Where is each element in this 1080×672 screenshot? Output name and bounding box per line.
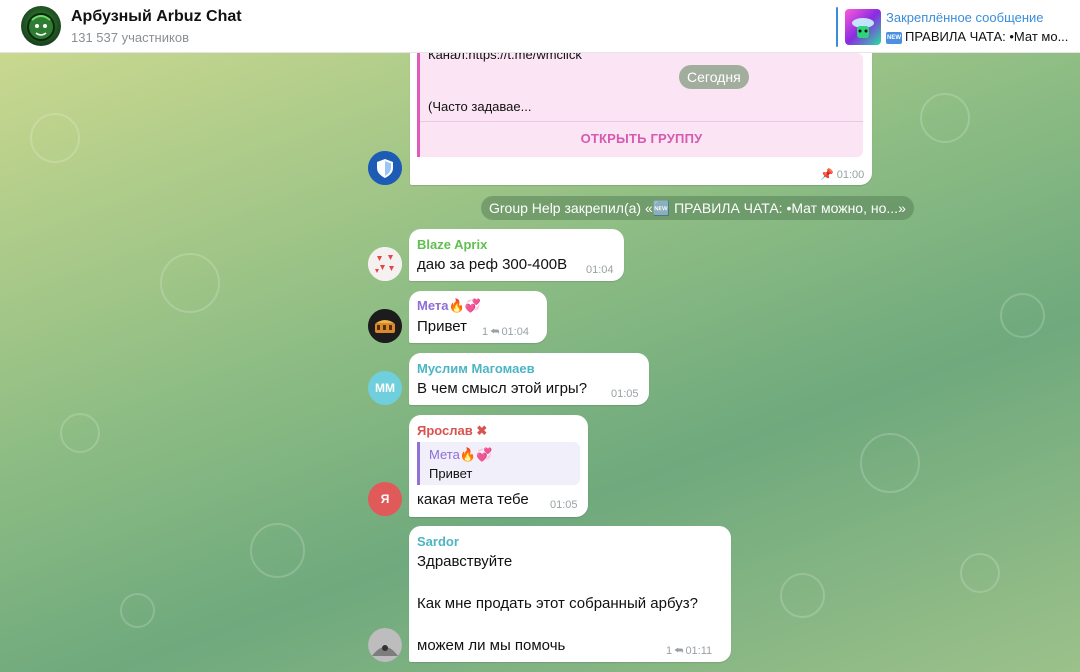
avatar[interactable] xyxy=(368,309,402,343)
member-count: 131 537 участников xyxy=(71,30,189,45)
shield-icon xyxy=(368,151,402,185)
pinned-indicator xyxy=(836,7,838,47)
card-meta: 📌 01:00 xyxy=(820,168,864,181)
message-text-line: Как мне продать этот собранный арбуз? xyxy=(417,595,698,612)
avatar-initials: ММ xyxy=(375,381,395,395)
message-text: даю за реф 300-400В xyxy=(417,256,568,273)
message-list[interactable]: Канал:https://t.me/wmclick (Часто задава… xyxy=(0,0,1080,672)
pin-icon: 📌 xyxy=(820,169,834,181)
date-badge: Сегодня xyxy=(679,65,749,89)
sender-name[interactable]: Sardor xyxy=(417,534,459,549)
open-group-button[interactable]: ОТКРЫТЬ ГРУППУ xyxy=(420,131,863,146)
new-badge-icon: NEW xyxy=(886,31,902,44)
reply-text: Привет xyxy=(429,466,473,481)
message-text: В чем смысл этой игры? xyxy=(417,380,588,397)
card-line-faq: (Часто задавае... xyxy=(428,99,532,114)
message-text: Привет xyxy=(417,318,468,335)
avatar[interactable] xyxy=(368,247,402,281)
reply-count: 1 xyxy=(482,326,489,338)
pin-service-message[interactable]: Group Help закрепил(а) «🆕 ПРАВИЛА ЧАТА: … xyxy=(481,196,914,220)
sender-label[interactable]: Мета🔥💞 xyxy=(417,298,481,313)
sender-label[interactable]: Sardor xyxy=(417,534,459,549)
reply-arrow-icon: ⮪ xyxy=(490,327,500,338)
avatar[interactable] xyxy=(368,151,402,185)
sender-label[interactable]: Муслим Магомаев xyxy=(417,361,535,376)
message-time: 01:00 xyxy=(836,169,865,181)
pinned-preview-text: ПРАВИЛА ЧАТА: •Мат мо... xyxy=(905,29,1069,44)
colosseum-icon xyxy=(368,309,402,343)
avatar-photo-icon xyxy=(368,628,402,662)
reply-quote[interactable]: Мета🔥💞 Привет xyxy=(417,442,580,485)
message-time: 01:04 xyxy=(586,264,614,276)
message-time: 01:05 xyxy=(550,499,578,511)
sender-name[interactable]: Мета🔥💞 xyxy=(417,298,481,314)
pinned-thumbnail xyxy=(845,9,881,45)
message-meta[interactable]: 1 ⮪ 01:04 xyxy=(482,326,529,338)
chat-header: Арбузный Arbuz Chat 131 537 участников З… xyxy=(0,0,1080,53)
message-time: 01:04 xyxy=(501,326,529,338)
chat-avatar[interactable] xyxy=(21,6,61,46)
sender-name[interactable]: Муслим Магомаев xyxy=(417,361,535,376)
sender-label[interactable]: Blaze Aprix xyxy=(417,237,487,252)
avatar-pattern-icon xyxy=(368,247,402,281)
card-divider xyxy=(420,121,863,122)
sender-label[interactable]: Ярослав ✖ xyxy=(417,423,487,438)
avatar[interactable] xyxy=(368,628,402,662)
message-text: какая мета тебе xyxy=(417,491,529,508)
channel-card-quote[interactable]: Канал:https://t.me/wmclick (Часто задава… xyxy=(417,47,863,157)
pinned-title: Закреплённое сообщение xyxy=(886,10,1044,25)
reply-sender: Мета🔥💞 xyxy=(429,447,493,462)
message-text-line: можем ли мы помочь xyxy=(417,637,566,654)
message-text-line: Здравствуйте xyxy=(417,553,513,570)
sender-name[interactable]: Blaze Aprix xyxy=(417,237,487,252)
avatar[interactable]: ММ xyxy=(368,371,402,405)
sender-name[interactable]: Ярослав ✖ xyxy=(417,423,487,439)
avatar[interactable]: Я xyxy=(368,482,402,516)
avatar-initials: Я xyxy=(380,492,390,506)
pinned-message-bar[interactable]: Закреплённое сообщение NEW ПРАВИЛА ЧАТА: … xyxy=(836,7,1080,47)
message-time: 01:11 xyxy=(685,645,713,657)
pinned-preview: NEW ПРАВИЛА ЧАТА: •Мат мо... xyxy=(886,29,1080,44)
message-time: 01:05 xyxy=(611,388,639,400)
reply-count: 1 xyxy=(666,645,673,657)
chat-title[interactable]: Арбузный Arbuz Chat xyxy=(71,8,242,26)
reply-arrow-icon: ⮪ xyxy=(674,646,684,657)
message-meta[interactable]: 1 ⮪ 01:11 xyxy=(666,645,712,657)
